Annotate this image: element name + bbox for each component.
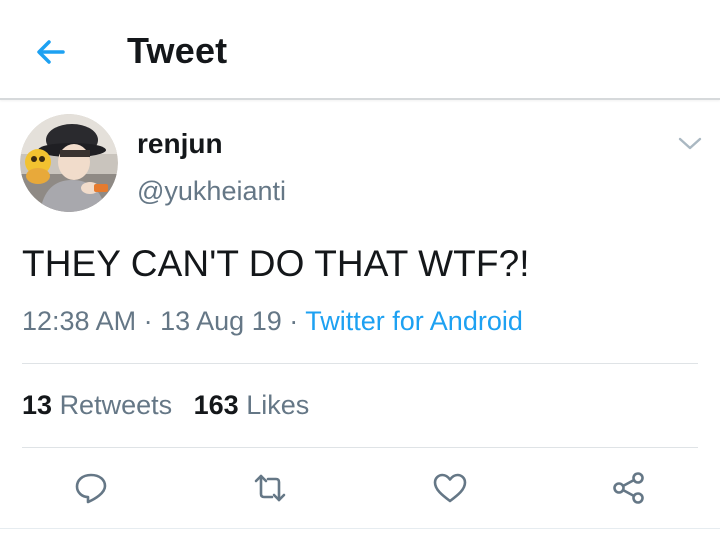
- likes-stat[interactable]: 163 Likes: [194, 390, 310, 420]
- tweet-meta: 12:38 AM · 13 Aug 19 · Twitter for Andro…: [22, 306, 523, 337]
- user-handle[interactable]: @yukheianti: [137, 176, 286, 207]
- tweet-time: 12:38 AM: [22, 306, 137, 336]
- retweets-label: Retweets: [59, 390, 173, 420]
- retweets-stat[interactable]: 13 Retweets: [22, 390, 180, 420]
- reply-icon[interactable]: [73, 470, 109, 506]
- share-icon[interactable]: [611, 470, 647, 506]
- meta-separator: ·: [289, 306, 299, 336]
- divider: [0, 528, 720, 529]
- retweet-icon[interactable]: [252, 470, 288, 506]
- page-title: Tweet: [127, 30, 228, 71]
- retweets-count: 13: [22, 390, 53, 420]
- tweet-text: THEY CAN'T DO THAT WTF?!: [22, 243, 530, 284]
- like-icon[interactable]: [432, 470, 468, 506]
- likes-count: 163: [193, 390, 239, 420]
- meta-separator: ·: [143, 306, 153, 336]
- avatar[interactable]: [20, 114, 118, 212]
- display-name[interactable]: renjun: [137, 128, 223, 160]
- divider: [22, 447, 698, 448]
- chevron-down-icon[interactable]: [676, 132, 704, 154]
- top-app-bar: Tweet: [0, 0, 720, 100]
- tweet-date: 13 Aug 19: [160, 306, 282, 336]
- tweet-stats: 13 Retweets 163 Likes: [22, 390, 309, 421]
- tweet-source-link[interactable]: Twitter for Android: [305, 306, 523, 336]
- divider: [22, 363, 698, 364]
- likes-label: Likes: [246, 390, 310, 420]
- arrow-left-icon[interactable]: [30, 32, 70, 72]
